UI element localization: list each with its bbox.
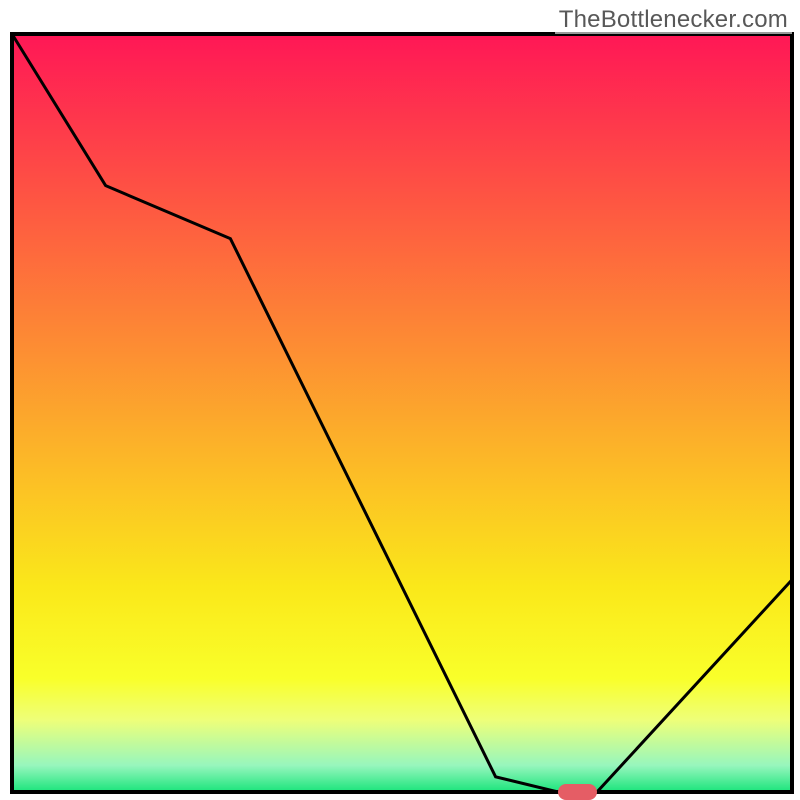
chart-container: TheBottlenecker.com <box>0 0 800 800</box>
bottleneck-curve <box>0 0 800 800</box>
optimal-marker <box>558 784 597 799</box>
watermark: TheBottlenecker.com <box>555 6 792 34</box>
